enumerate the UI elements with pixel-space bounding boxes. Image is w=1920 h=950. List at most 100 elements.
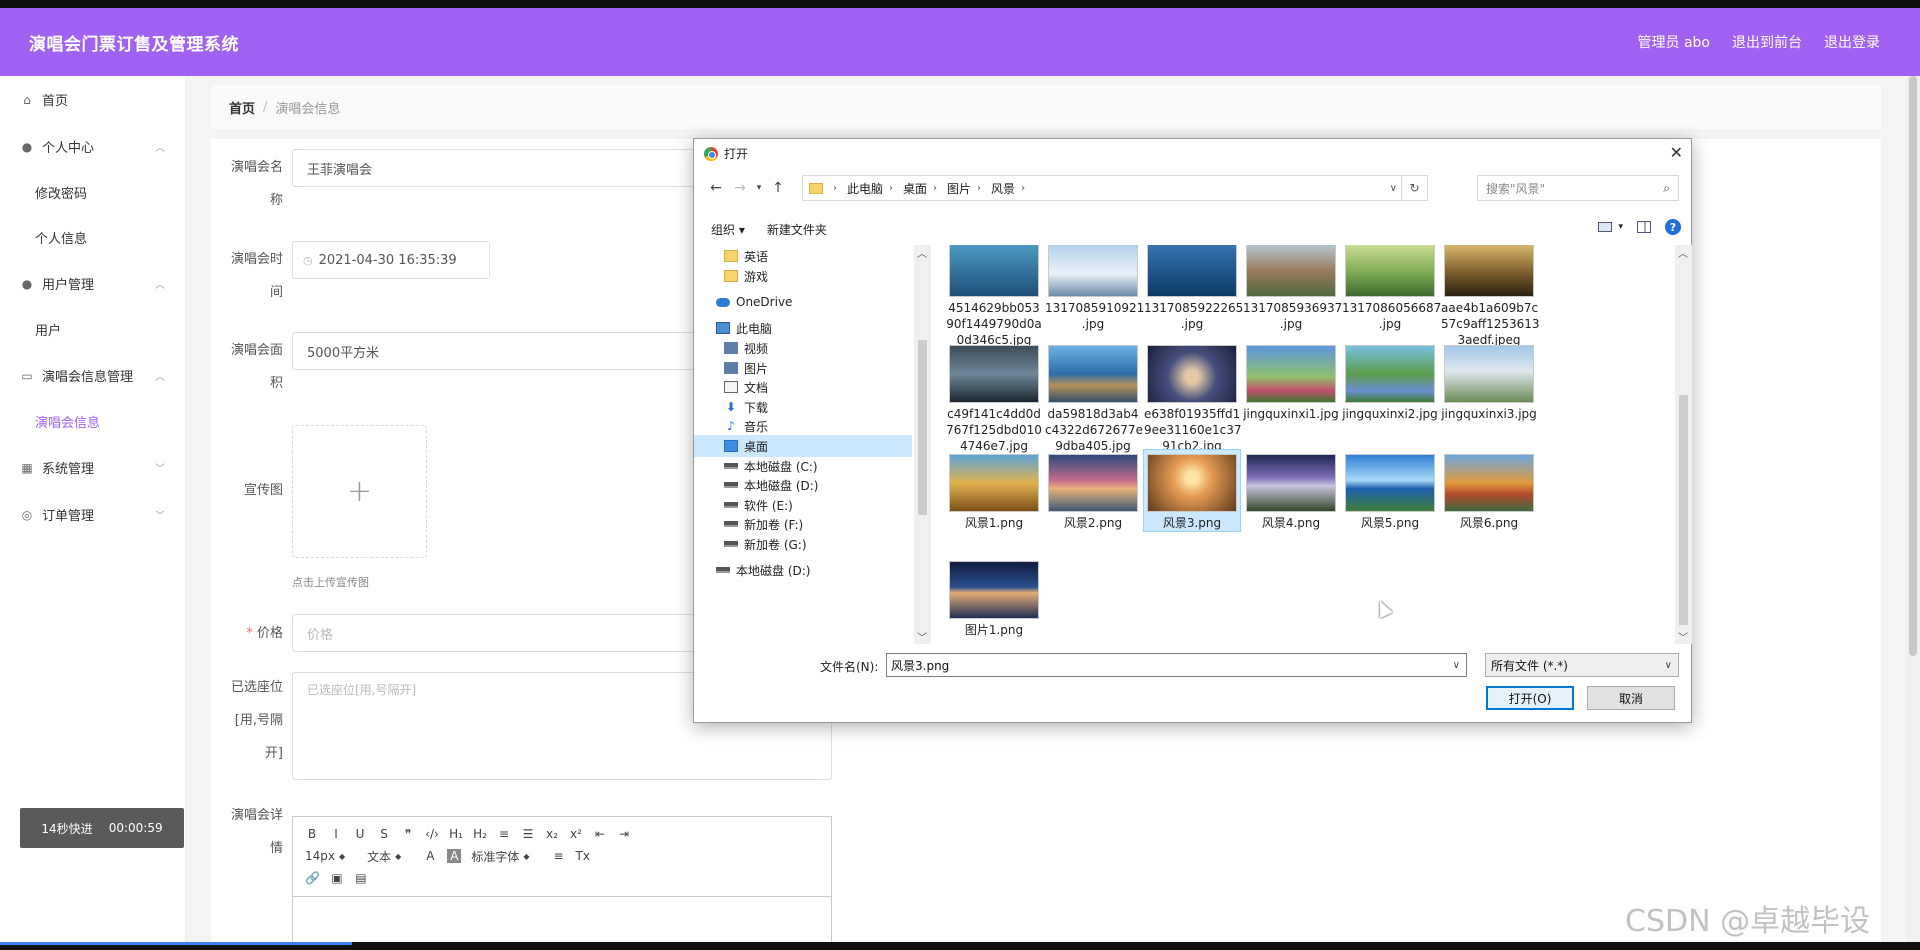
path-crumb[interactable]: 桌面 xyxy=(903,180,927,197)
editor-format-button[interactable]: ❞ xyxy=(401,827,415,841)
path-crumb[interactable]: 风景 xyxy=(991,180,1015,197)
breadcrumb-home[interactable]: 首页 xyxy=(229,98,255,117)
editor-format-button[interactable]: x₂ xyxy=(545,827,559,841)
sidebar-item-concert-info[interactable]: 演唱会信息 xyxy=(0,399,185,444)
name-input[interactable]: 王菲演唱会 xyxy=(292,149,712,187)
clear-format-icon[interactable]: Tx xyxy=(576,849,590,863)
file-item[interactable]: 1317085936937 .jpg xyxy=(1243,245,1342,332)
logout-link[interactable]: 退出登录 xyxy=(1824,32,1880,52)
link-icon[interactable]: 🔗 xyxy=(305,871,320,885)
editor-format-button[interactable]: x² xyxy=(569,827,583,841)
file-item[interactable]: 图片1.png xyxy=(946,557,1042,638)
chevron-down-icon[interactable]: ∨ xyxy=(1390,183,1397,194)
rich-text-editor[interactable]: B I U S ❞ ‹/› H₁ H₂ ≡ ☰ x₂ x² ⇤ ⇥ 14px ◆ 文本 ◆ A A 标准字体 ◆… xyxy=(292,816,832,950)
tree-item[interactable]: OneDrive xyxy=(716,291,792,313)
close-icon[interactable]: ✕ xyxy=(1670,143,1683,162)
file-item[interactable]: 风景6.png xyxy=(1441,450,1537,531)
new-folder-button[interactable]: 新建文件夹 xyxy=(767,221,827,238)
tree-item[interactable]: 此电脑 xyxy=(716,317,772,339)
tree-item[interactable]: 文档 xyxy=(724,376,768,398)
filename-input[interactable]: 风景3.png ∨ xyxy=(886,653,1467,677)
font-family-select[interactable]: 标准字体 ◆ xyxy=(471,848,529,865)
search-input[interactable]: 搜索"风景" ⌕ xyxy=(1477,175,1679,201)
forward-icon[interactable]: → xyxy=(728,180,752,196)
help-icon[interactable]: ? xyxy=(1665,219,1681,235)
tree-item[interactable]: 本地磁盘 (D:) xyxy=(724,474,818,496)
sidebar-item-system-mgmt[interactable]: ▦ 系统管理 ﹀ xyxy=(0,444,185,491)
refresh-icon[interactable]: ↻ xyxy=(1401,175,1427,201)
price-input[interactable]: 价格 xyxy=(292,614,712,652)
file-item[interactable]: 风景5.png xyxy=(1342,450,1438,531)
file-item[interactable]: 风景3.png xyxy=(1143,449,1241,532)
editor-format-button[interactable]: ‹/› xyxy=(425,827,439,841)
organize-button[interactable]: 组织 ▾ xyxy=(711,221,745,238)
file-item[interactable]: jingquxinxi2.jpg xyxy=(1342,341,1438,422)
file-item[interactable]: 4514629bb053 90f1449790d0a 0d346c5.jpg xyxy=(946,245,1042,348)
font-color-icon[interactable]: A xyxy=(423,849,437,863)
video-icon[interactable]: ▤ xyxy=(354,871,368,885)
tree-item[interactable]: 游戏 xyxy=(724,265,768,287)
cancel-button[interactable]: 取消 xyxy=(1587,686,1675,710)
to-front-link[interactable]: 退出到前台 xyxy=(1732,32,1802,52)
file-item[interactable]: 1317086056687 .jpg xyxy=(1342,245,1441,332)
tree-item[interactable]: 视频 xyxy=(724,337,768,359)
sidebar-item-concert-mgmt[interactable]: ▭ 演唱会信息管理 ︿ xyxy=(0,352,185,399)
preview-pane-icon[interactable] xyxy=(1637,221,1651,233)
editor-format-button[interactable]: H₂ xyxy=(473,827,487,841)
path-crumb[interactable]: 图片 xyxy=(947,180,971,197)
file-item[interactable]: 1317085910921 .jpg xyxy=(1045,245,1144,332)
path-crumb[interactable]: 此电脑 xyxy=(847,180,883,197)
file-item[interactable]: c49f141c4dd0d 767f125dbd010 4746e7.jpg xyxy=(946,341,1042,454)
recent-dropdown-icon[interactable]: ▾ xyxy=(752,183,766,193)
tree-item[interactable]: ♪ 音乐 xyxy=(724,415,768,437)
editor-format-button[interactable]: ⇥ xyxy=(617,827,631,841)
area-input[interactable]: 5000平方米 xyxy=(292,332,712,370)
image-icon[interactable]: ▣ xyxy=(330,871,344,885)
background-color-icon[interactable]: A xyxy=(447,849,462,863)
editor-format-button[interactable]: B xyxy=(305,827,319,841)
filetype-select[interactable]: 所有文件 (*.*) ∨ xyxy=(1485,653,1679,677)
file-item[interactable]: jingquxinxi1.jpg xyxy=(1243,341,1339,422)
upload-button[interactable]: + xyxy=(292,425,427,558)
align-icon[interactable]: ≡ xyxy=(552,849,566,863)
editor-format-button[interactable]: ☰ xyxy=(521,827,535,841)
file-item[interactable]: da59818d3ab4 c4322d672677e 9dba405.jpg xyxy=(1045,341,1143,454)
heading-select[interactable]: 文本 ◆ xyxy=(367,848,401,865)
editor-format-button[interactable]: S xyxy=(377,827,391,841)
tree-item[interactable]: 桌面 xyxy=(694,435,912,457)
editor-format-button[interactable]: ≡ xyxy=(497,827,511,841)
sidebar-item-home[interactable]: ⌂ 首页 xyxy=(0,76,185,123)
sidebar-item-change-password[interactable]: 修改密码 xyxy=(0,170,185,215)
file-item[interactable]: 1317085922265 .jpg xyxy=(1144,245,1243,332)
file-item[interactable]: e638f01935ffd1 9ee31160e1c37 91cb2.jpg xyxy=(1144,341,1241,454)
file-item[interactable]: jingquxinxi3.jpg xyxy=(1441,341,1537,422)
file-item[interactable]: aae4b1a609b7c 57c9aff1253613 3aedf.jpeg xyxy=(1441,245,1540,348)
file-item[interactable]: 风景4.png xyxy=(1243,450,1339,531)
time-picker[interactable]: ◷ 2021-04-30 16:35:39 xyxy=(292,241,490,279)
address-bar[interactable]: › 此电脑 › 桌面 › 图片 › 风景 › ∨ ↻ xyxy=(802,175,1428,201)
editor-format-button[interactable]: H₁ xyxy=(449,827,463,841)
back-icon[interactable]: ← xyxy=(704,180,728,196)
files-scrollbar[interactable]: ︿ ﹀ xyxy=(1675,245,1692,644)
file-item[interactable]: 风景1.png xyxy=(946,450,1042,531)
file-item[interactable]: 风景2.png xyxy=(1045,450,1141,531)
editor-format-button[interactable]: I xyxy=(329,827,343,841)
chevron-down-icon[interactable]: ▾ xyxy=(1618,222,1623,232)
view-options-icon[interactable] xyxy=(1598,222,1613,232)
tree-item[interactable]: 新加卷 (G:) xyxy=(724,533,807,555)
page-scrollbar[interactable] xyxy=(1906,76,1920,950)
chevron-down-icon[interactable]: ∨ xyxy=(1453,660,1460,671)
sidebar-item-order-mgmt[interactable]: ◎ 订单管理 ﹀ xyxy=(0,491,185,538)
font-size-select[interactable]: 14px ◆ xyxy=(305,849,345,863)
tree-scrollbar[interactable]: ︿ ﹀ xyxy=(914,245,931,644)
open-button[interactable]: 打开(O) xyxy=(1486,686,1574,710)
sidebar-item-users[interactable]: 用户 xyxy=(0,307,185,352)
sidebar-item-personal[interactable]: ● 个人中心 ︿ xyxy=(0,123,185,170)
admin-name[interactable]: 管理员 abo xyxy=(1638,32,1710,52)
tree-item[interactable]: 新加卷 (F:) xyxy=(724,513,803,535)
editor-format-button[interactable]: U xyxy=(353,827,367,841)
sidebar-item-user-mgmt[interactable]: ● 用户管理 ︿ xyxy=(0,260,185,307)
up-icon[interactable]: ↑ xyxy=(766,180,790,196)
editor-format-button[interactable]: ⇤ xyxy=(593,827,607,841)
tree-item[interactable]: 本地磁盘 (D:) xyxy=(716,559,810,581)
